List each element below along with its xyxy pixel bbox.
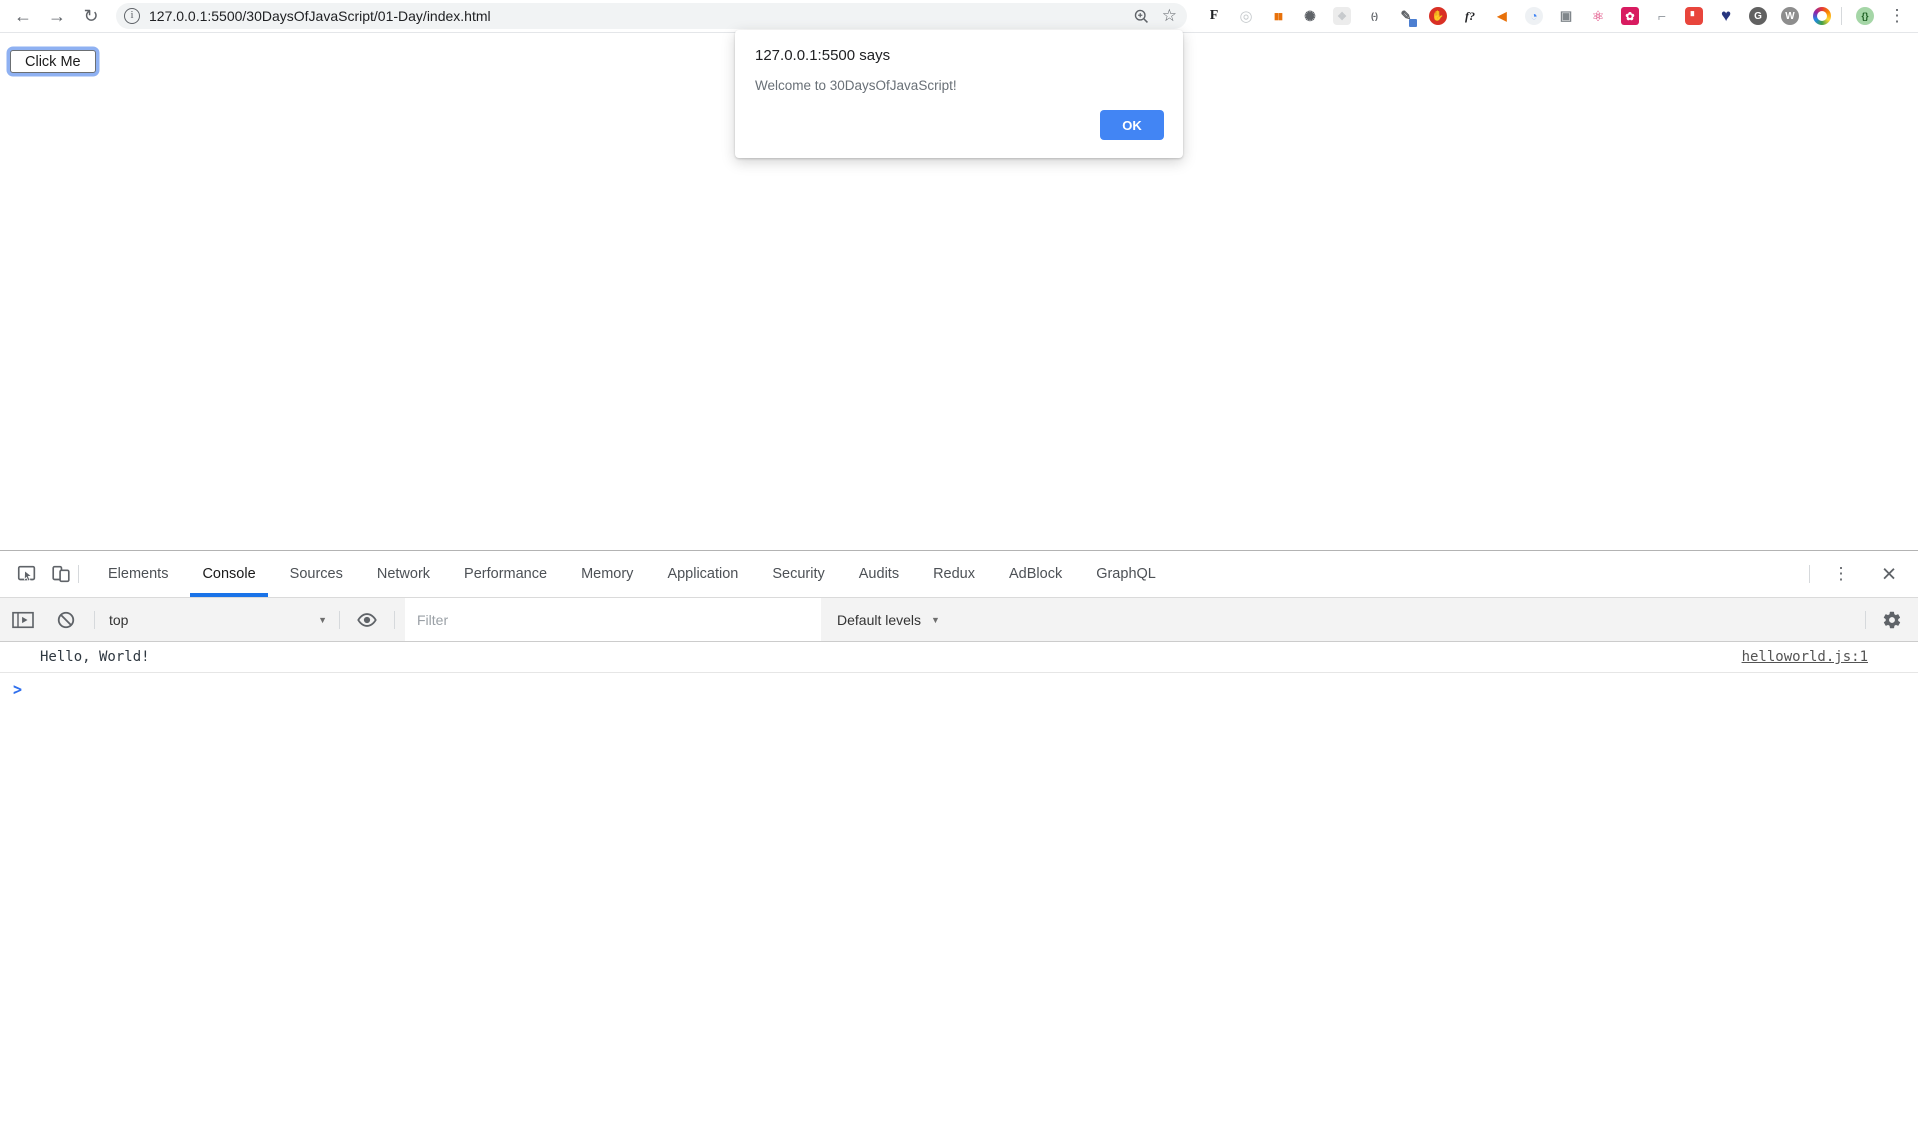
extension-pipe-icon[interactable]: ⌐ — [1653, 7, 1671, 25]
console-toolbar: top ▼ Default levels ▼ — [0, 598, 1918, 642]
devtools-tab-bar: Elements Console Sources Network Perform… — [0, 551, 1918, 598]
console-filter-input[interactable] — [405, 598, 821, 641]
tab-redux[interactable]: Redux — [916, 551, 992, 597]
device-toolbar-icon[interactable] — [44, 563, 78, 585]
extension-adblock-icon[interactable]: ✋ — [1429, 7, 1447, 25]
url-text[interactable]: 127.0.0.1:5500/30DaysOfJavaScript/01-Day… — [149, 8, 1121, 24]
console-prompt-chevron-icon: > — [13, 679, 22, 700]
extension-eyedropper-icon[interactable]: ✎ — [1397, 7, 1415, 25]
live-expression-eye-icon[interactable] — [340, 609, 394, 631]
extension-camera-icon[interactable]: ▣ — [1557, 7, 1575, 25]
bookmark-star-icon[interactable]: ☆ — [1162, 6, 1177, 26]
console-log-entry: Hello, World! helloworld.js:1 — [0, 642, 1918, 673]
inspect-element-icon[interactable] — [10, 563, 44, 585]
chevron-down-icon: ▼ — [318, 615, 327, 625]
clear-console-icon[interactable] — [54, 610, 78, 630]
extension-parens-icon[interactable]: (-) — [1365, 7, 1383, 25]
extension-halo-ring-icon[interactable]: ◎ — [1237, 7, 1255, 25]
extension-g-circle-icon[interactable]: G — [1749, 7, 1767, 25]
browser-menu-icon[interactable]: ⋮ — [1886, 6, 1908, 26]
context-selector-label: top — [109, 612, 128, 628]
alert-message: Welcome to 30DaysOfJavaScript! — [755, 78, 1163, 93]
tab-audits[interactable]: Audits — [842, 551, 916, 597]
extension-red-tab-icon[interactable]: ▘ — [1685, 7, 1703, 25]
extension-f-question-icon[interactable]: f? — [1461, 7, 1479, 25]
extension-blue-swirl-icon[interactable]: ◔ — [1525, 7, 1543, 25]
extension-bug-icon[interactable]: ✺ — [1301, 7, 1319, 25]
log-levels-label: Default levels — [837, 612, 921, 628]
forward-icon[interactable]: → — [40, 6, 74, 27]
alert-dialog: 127.0.0.1:5500 says Welcome to 30DaysOfJ… — [735, 30, 1183, 158]
extension-fontanello-icon[interactable]: F — [1205, 7, 1223, 25]
extension-json-viewer-icon[interactable]: {} — [1856, 7, 1874, 25]
zoom-icon[interactable] — [1133, 8, 1150, 25]
devtools-close-icon[interactable]: × — [1874, 562, 1904, 587]
tab-adblock[interactable]: AdBlock — [992, 551, 1079, 597]
console-log-text: Hello, World! — [40, 649, 1742, 665]
tab-memory[interactable]: Memory — [564, 551, 650, 597]
tab-performance[interactable]: Performance — [447, 551, 564, 597]
address-bar[interactable]: i 127.0.0.1:5500/30DaysOfJavaScript/01-D… — [116, 3, 1187, 29]
reload-icon[interactable]: ↻ — [74, 6, 108, 27]
extension-w-circle-icon[interactable]: W — [1781, 7, 1799, 25]
tab-sources[interactable]: Sources — [273, 551, 360, 597]
tabbar-right-divider — [1809, 565, 1810, 583]
extension-grid-icon[interactable]: ❖ — [1333, 7, 1351, 25]
tabbar-divider — [78, 565, 79, 583]
devtools-menu-icon[interactable]: ⋮ — [1826, 564, 1856, 584]
tab-graphql[interactable]: GraphQL — [1079, 551, 1173, 597]
back-icon[interactable]: ← — [6, 6, 40, 27]
tab-elements[interactable]: Elements — [91, 551, 185, 597]
click-me-button[interactable]: Click Me — [10, 50, 96, 73]
console-prompt[interactable]: > — [0, 673, 1918, 705]
tab-network[interactable]: Network — [360, 551, 447, 597]
tab-console[interactable]: Console — [185, 551, 272, 597]
devtools-tabs: Elements Console Sources Network Perform… — [91, 551, 1173, 597]
tab-application[interactable]: Application — [650, 551, 755, 597]
toolbar-divider — [1841, 7, 1842, 25]
chevron-down-icon: ▼ — [931, 615, 940, 625]
extension-orange-columns-icon[interactable]: ▮▮ — [1269, 7, 1287, 25]
console-log-source-link[interactable]: helloworld.js:1 — [1742, 649, 1868, 665]
alert-ok-button[interactable]: OK — [1100, 110, 1164, 140]
alert-title: 127.0.0.1:5500 says — [755, 47, 1163, 64]
console-toolbar-divider-3 — [394, 611, 395, 629]
extension-color-wheel-icon[interactable] — [1813, 7, 1831, 25]
extension-pink-gear-icon[interactable]: ✿ — [1621, 7, 1639, 25]
console-sidebar-icon[interactable] — [8, 610, 38, 630]
extension-pink-atom-icon[interactable]: ⚛ — [1589, 7, 1607, 25]
extensions-bar: F ◎ ▮▮ ✺ ❖ (-) ✎ ✋ f? ◀ ◔ ▣ ⚛ ✿ ⌐ ▘ ♥ G … — [1205, 7, 1831, 25]
browser-window: ← → ↻ i 127.0.0.1:5500/30DaysOfJavaScrip… — [0, 0, 1918, 1146]
extension-heart-search-icon[interactable]: ♥ — [1717, 7, 1735, 25]
tab-security[interactable]: Security — [755, 551, 841, 597]
execution-context-selector[interactable]: top ▼ — [95, 612, 339, 628]
devtools-panel: Elements Console Sources Network Perform… — [0, 550, 1918, 1146]
browser-toolbar: ← → ↻ i 127.0.0.1:5500/30DaysOfJavaScrip… — [0, 0, 1918, 33]
console-settings-gear-icon[interactable] — [1866, 610, 1918, 630]
page-info-icon[interactable]: i — [124, 8, 140, 24]
extension-megaphone-icon[interactable]: ◀ — [1493, 7, 1511, 25]
log-levels-dropdown[interactable]: Default levels ▼ — [837, 612, 940, 628]
